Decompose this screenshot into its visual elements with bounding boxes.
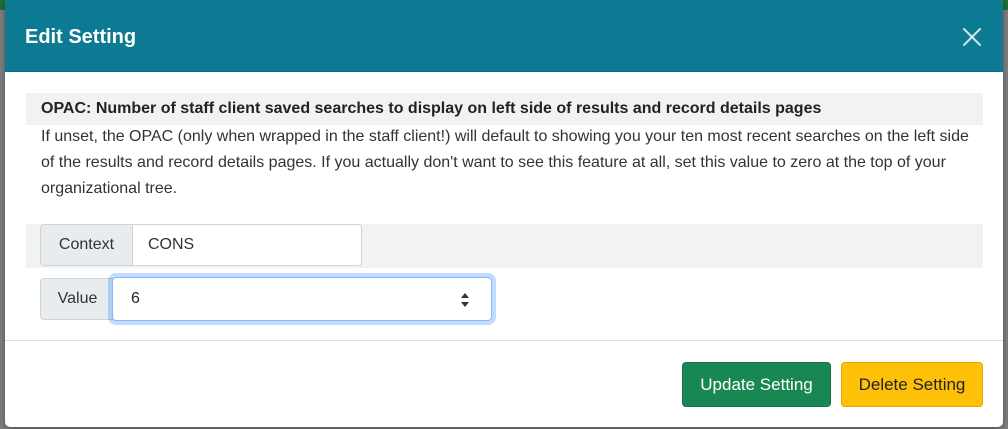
- delete-setting-button[interactable]: Delete Setting: [841, 362, 983, 407]
- number-spinner-icon[interactable]: [457, 289, 473, 311]
- setting-name: OPAC: Number of staff client saved searc…: [26, 93, 983, 125]
- value-input[interactable]: [113, 278, 453, 320]
- setting-description: If unset, the OPAC (only when wrapped in…: [41, 128, 969, 197]
- close-icon: [963, 28, 981, 46]
- update-setting-button[interactable]: Update Setting: [682, 362, 831, 407]
- edit-setting-dialog: Edit Setting OPAC: Number of staff clien…: [5, 0, 1003, 427]
- context-row: Context CONS: [26, 224, 983, 268]
- dialog-footer: Update Setting Delete Setting: [5, 340, 1003, 427]
- dialog-header: Edit Setting: [5, 0, 1003, 72]
- context-label: Context: [40, 224, 133, 266]
- dialog-body: OPAC: Number of staff client saved searc…: [5, 72, 1003, 340]
- close-button[interactable]: [957, 22, 987, 52]
- value-row: Value: [26, 276, 983, 322]
- value-input-wrapper: [112, 277, 492, 321]
- value-label: Value: [40, 278, 115, 320]
- context-value: CONS: [132, 224, 362, 266]
- dialog-title: Edit Setting: [25, 26, 137, 48]
